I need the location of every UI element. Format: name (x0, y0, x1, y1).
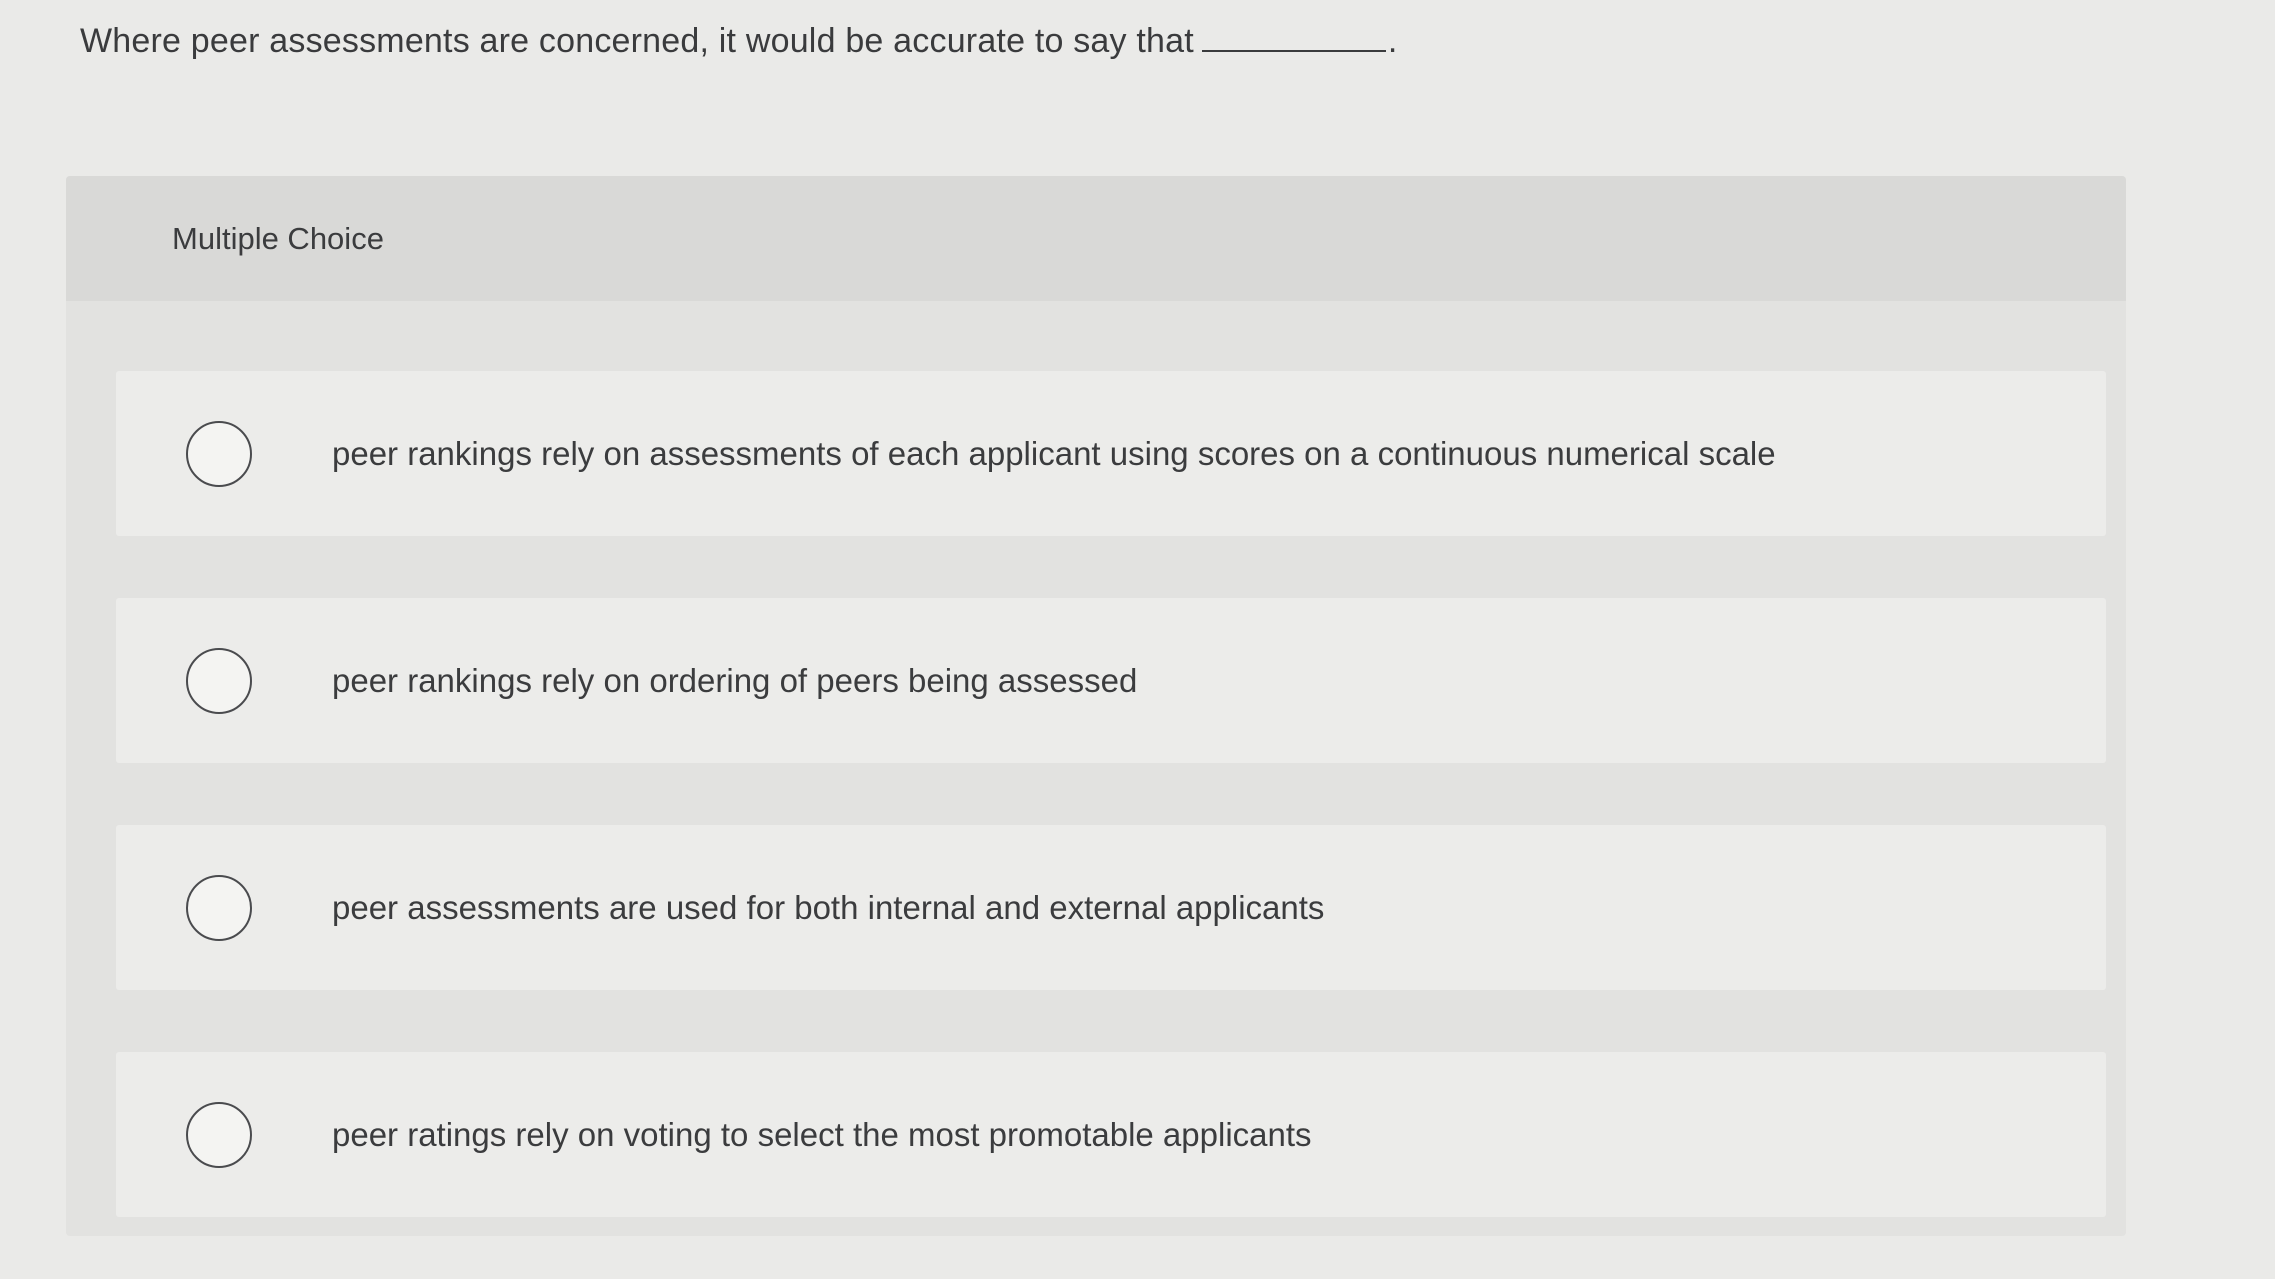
question-prompt: Where peer assessments are concerned, it… (80, 22, 1398, 61)
options-list: peer rankings rely on assessments of eac… (116, 371, 2106, 1279)
panel-header: Multiple Choice (66, 176, 2126, 301)
question-text: Where peer assessments are concerned, it… (80, 22, 1194, 60)
question-trailing-punctuation: . (1387, 22, 1398, 60)
multiple-choice-panel: Multiple Choice peer rankings rely on as… (66, 176, 2126, 1236)
answer-option-3[interactable]: peer assessments are used for both inter… (116, 825, 2106, 990)
answer-option-label: peer assessments are used for both inter… (332, 888, 1325, 926)
radio-button-icon[interactable] (186, 1101, 252, 1168)
radio-button-icon[interactable] (186, 420, 252, 487)
radio-button-icon[interactable] (186, 647, 252, 714)
answer-blank (1201, 49, 1386, 52)
question-type-label: Multiple Choice (172, 220, 384, 256)
answer-option-label: peer rankings rely on ordering of peers … (332, 661, 1138, 699)
answer-option-4[interactable]: peer ratings rely on voting to select th… (116, 1052, 2106, 1217)
answer-option-2[interactable]: peer rankings rely on ordering of peers … (116, 598, 2106, 763)
radio-button-icon[interactable] (186, 874, 252, 941)
answer-option-label: peer rankings rely on assessments of eac… (332, 434, 1776, 472)
answer-option-label: peer ratings rely on voting to select th… (332, 1115, 1312, 1153)
answer-option-1[interactable]: peer rankings rely on assessments of eac… (116, 371, 2106, 536)
